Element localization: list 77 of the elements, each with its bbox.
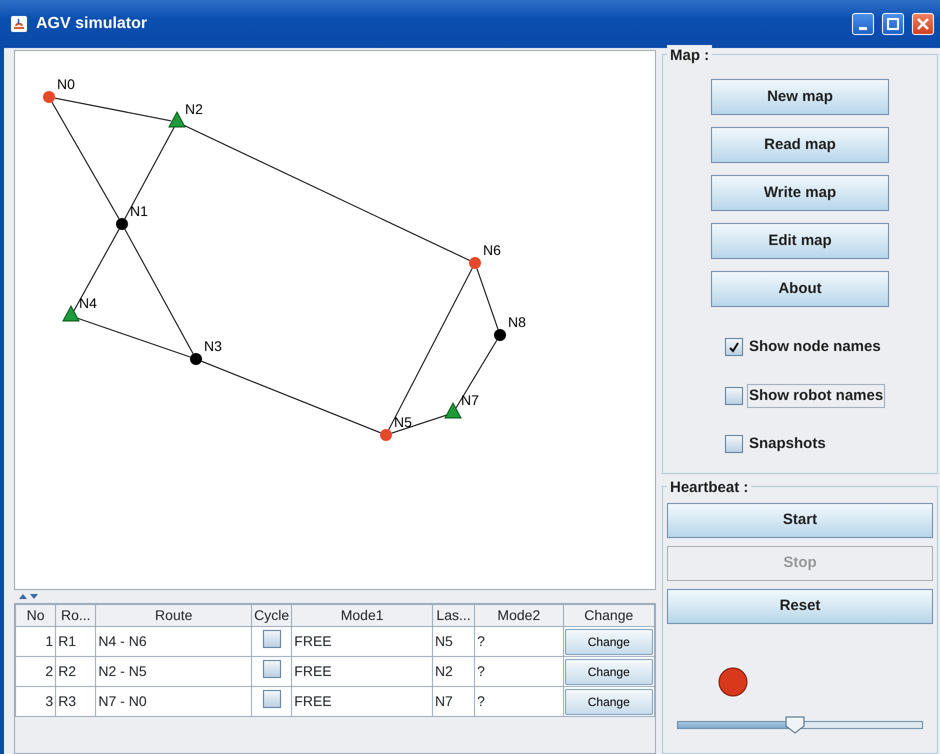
map-button[interactable]: Write map [711, 175, 889, 211]
minimize-button[interactable] [852, 13, 874, 35]
table-cell: N4 - N6 [96, 626, 252, 656]
heartbeat-button[interactable]: Reset [667, 588, 933, 624]
option-checkbox[interactable] [725, 386, 743, 405]
table-cell: N7 [432, 686, 475, 716]
map-node[interactable] [43, 91, 55, 103]
change-button[interactable]: Change [564, 688, 653, 714]
map-button[interactable]: Read map [711, 127, 889, 163]
column-header: Las... [432, 604, 475, 626]
map-canvas[interactable]: N0 N1 N2 N3 N4 N5 N6 N7 N8 [14, 50, 656, 590]
table-cell: N5 [432, 626, 475, 656]
column-header: Route [96, 604, 252, 626]
cycle-checkbox[interactable] [262, 660, 281, 678]
table-cell: R1 [56, 626, 96, 656]
app-icon [10, 15, 28, 33]
table-cell: N2 - N5 [96, 656, 252, 686]
table-cell: FREE [292, 686, 432, 716]
option-label[interactable]: Show node names [747, 335, 883, 360]
change-button[interactable]: Change [564, 628, 653, 654]
table-cell: 3 [16, 686, 56, 716]
check-icon [728, 341, 740, 354]
map-node[interactable] [380, 429, 392, 441]
node-label: N0 [57, 76, 75, 92]
table-cell: ? [474, 626, 564, 656]
node-label: N5 [394, 414, 412, 430]
robot-marker[interactable] [62, 304, 80, 322]
window-title: AGV simulator [36, 14, 148, 34]
robot-marker[interactable] [168, 110, 186, 128]
close-button[interactable] [912, 13, 934, 35]
table-cell: R3 [56, 686, 96, 716]
map-node[interactable] [494, 329, 506, 341]
table-cell: 2 [16, 656, 56, 686]
map-node[interactable] [469, 257, 481, 269]
option-checkbox[interactable] [725, 338, 743, 356]
node-label: N6 [483, 242, 501, 258]
column-header: Change [563, 604, 654, 626]
option-label[interactable]: Show robot names [747, 384, 886, 408]
node-label: N8 [508, 314, 526, 330]
table-cell: FREE [292, 656, 432, 686]
table-cell: N2 [432, 656, 475, 686]
option-label[interactable]: Snapshots [747, 432, 828, 456]
node-label: N1 [130, 203, 148, 219]
map-button[interactable]: About [711, 271, 889, 307]
cycle-checkbox[interactable] [262, 690, 281, 708]
table-cell: R2 [56, 656, 96, 686]
robot-marker[interactable] [444, 402, 462, 418]
heartbeat-button[interactable]: Start [667, 502, 933, 538]
table-cell: 1 [16, 626, 56, 656]
maximize-icon [887, 18, 899, 30]
maximize-button[interactable] [882, 13, 904, 35]
column-header: Cycle [252, 604, 292, 626]
map-node[interactable] [116, 218, 128, 230]
column-header: Ro... [56, 604, 96, 626]
splitter-arrows-icon[interactable] [18, 592, 40, 600]
node-label: N2 [185, 101, 203, 117]
table-cell: ? [474, 686, 564, 716]
map-button[interactable]: Edit map [711, 223, 889, 259]
table-cell: ? [474, 656, 564, 686]
minimize-icon [859, 26, 867, 30]
node-label: N4 [79, 295, 97, 311]
map-button[interactable]: New map [711, 79, 889, 115]
heartbeat-indicator [717, 666, 749, 698]
table-cell: N7 - N0 [96, 686, 252, 716]
change-button[interactable]: Change [564, 658, 653, 684]
close-icon [917, 18, 929, 30]
option-checkbox[interactable] [725, 435, 743, 454]
slider-thumb[interactable] [785, 716, 806, 734]
cycle-checkbox[interactable] [262, 630, 281, 648]
map-node[interactable] [190, 353, 202, 365]
edge-line [476, 268, 499, 330]
node-label: N3 [204, 338, 222, 354]
column-header: Mode1 [292, 604, 432, 626]
column-header: Mode2 [474, 604, 564, 626]
table-cell: FREE [292, 626, 432, 656]
node-label: N7 [461, 392, 479, 408]
column-header: No [16, 604, 56, 626]
